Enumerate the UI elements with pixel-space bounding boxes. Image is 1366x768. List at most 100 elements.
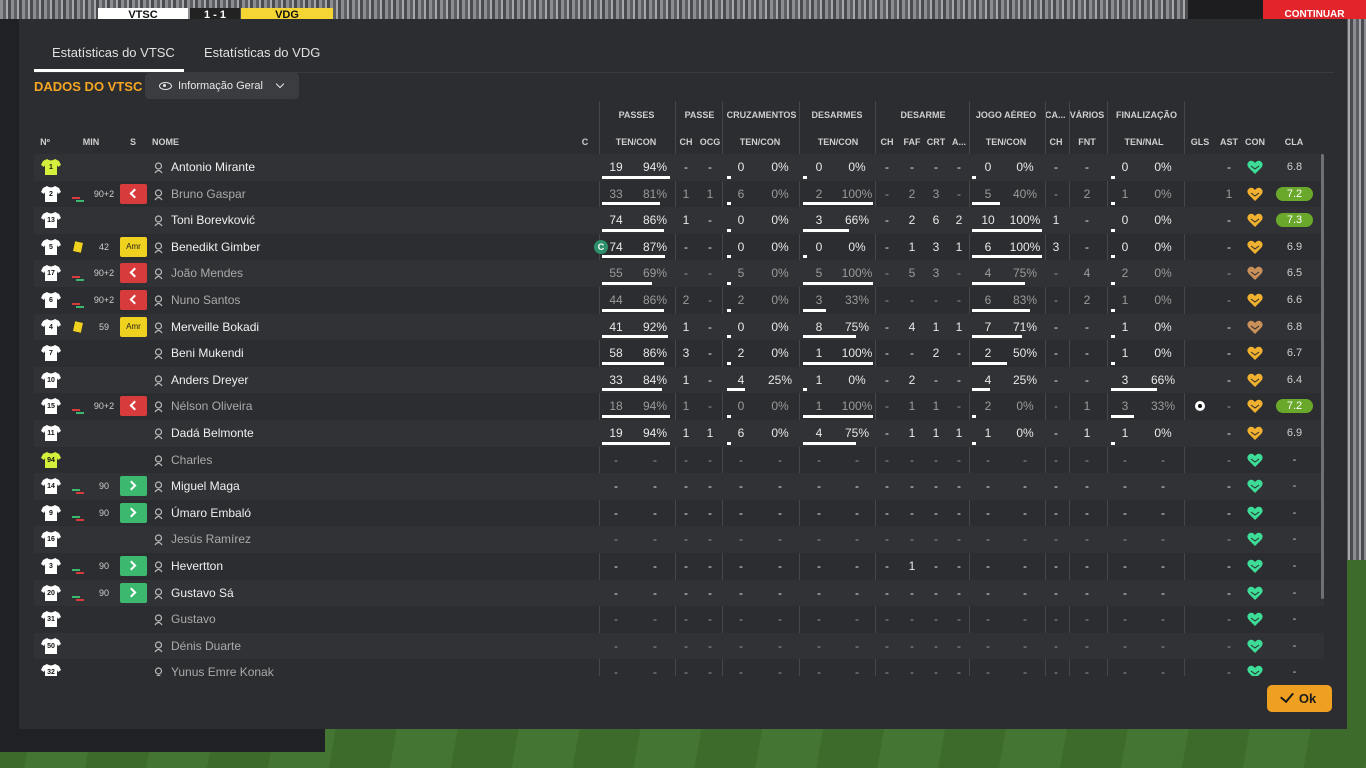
table-row[interactable]: 16 Jesús Ramírez - - - - - - - - - - - - - - - - - - - - [34,526,1324,553]
tab-home-stats[interactable]: Estatísticas do VTSC [52,45,175,60]
view-dropdown[interactable]: Informação Geral [145,73,299,99]
col-header-cla[interactable]: CLA [1264,137,1324,147]
desarme-a: 1 [955,239,963,254]
ca-ch: - [1054,160,1058,174]
shots-pct: - [1161,505,1165,520]
player-name[interactable]: Toni Borevković [171,207,255,233]
shirt-number: 7 [49,350,53,358]
player-name[interactable]: Gustavo [171,606,216,632]
desarme-crt: - [934,372,938,387]
desarme-ch: - [885,452,889,467]
sub-in-badge[interactable] [120,556,147,576]
player-name[interactable]: Gustavo Sá [171,580,234,606]
shirt-number: 2 [49,190,53,198]
col-header-cruz[interactable]: TEN/CON [730,137,790,147]
player-name[interactable]: Nélson Oliveira [171,393,252,419]
table-row[interactable]: 20 90 Gustavo Sá - - - - - - - - - - - - - - - - - - - - [34,579,1324,607]
passes-attempts: - [614,505,618,520]
substitution-icon [72,562,84,574]
sub-out-badge[interactable] [120,263,147,284]
shots-attempts: - [1123,505,1127,520]
table-row[interactable]: 2 90+2 Bruno Gaspar 33 81% 1 1 6 0% 2 100% -2 3-5 40%… [34,181,1324,208]
player-name[interactable]: João Mendes [171,260,243,286]
ok-button[interactable]: Ok [1267,685,1332,712]
goal-ball-icon [1195,401,1205,412]
condition-heart-icon [1247,665,1263,676]
table-row[interactable]: 17 90+2 João Mendes 55 69% - -5 0% 5 100% -5 3-4 75%… [34,260,1324,287]
continue-button[interactable]: CONTINUAR [1263,0,1366,19]
person-icon [154,321,163,333]
table-row[interactable]: 15 90+2 Nélson Oliveira 18 94% 1-0 0% 1 100% -1 1-… [34,393,1324,420]
sub-out-badge[interactable] [120,396,147,417]
table-row[interactable]: 11 Dadá Belmonte 19 94% 1 1 6 0% 4 75% -1 1 1 1 0% -1 1 0… [34,420,1324,447]
player-name[interactable]: Anders Dreyer [171,367,248,393]
table-row[interactable]: 50 Dénis Duarte - - - - - - - - - - - - - - - - - - - - [34,632,1324,660]
table-row[interactable]: 6 90+2 Nuno Santos 44 86% 2-2 0% 3 33% - - - -6 83% -2… [34,287,1324,314]
desarme-ch: - [885,213,889,228]
desarme-crt: 6 [932,213,940,228]
table-row[interactable]: 5 42 Amr Benedikt Gimber C 74 87% - -0 0% 0 0% -1 3 1 6… [34,234,1324,261]
player-name[interactable]: Charles [171,447,212,473]
yellow-card-badge[interactable]: Amr [120,316,147,337]
sub-out-badge[interactable] [120,290,147,310]
player-rating: - [1292,666,1297,676]
player-name[interactable]: Benedikt Gimber [171,234,260,260]
desarme-a: - [957,585,961,600]
desarme-a: 1 [955,319,963,334]
table-scrollbar[interactable] [1321,154,1324,599]
desarme-ch: - [885,585,889,600]
table-row[interactable]: 32 Yunus Emre Konak - - - - - - - - - - - - - - - - - - - - [34,659,1324,676]
table-row[interactable]: 9 90 Úmaro Embaló - - - - - - - - - - - - - - - - - - - - [34,500,1324,527]
table-row[interactable]: 31 Gustavo - - - - - - - - - - - - - - - - - - - - [34,606,1324,633]
col-header-final[interactable]: TEN/NAL [1114,137,1174,147]
desarme-crt: - [934,293,938,307]
player-name[interactable]: Antonio Mirante [171,154,255,180]
table-row[interactable]: 14 90 Miguel Maga - - - - - - - - - - - - - - - - - - - - [34,473,1324,500]
table-row[interactable]: 13 Toni Borevković 74 86% 1-0 0% 3 66% -2 6 2 10 100… [34,207,1324,234]
player-name[interactable]: Bruno Gaspar [171,181,246,207]
player-name[interactable]: Nuno Santos [171,287,240,313]
tackles-bar [803,202,873,206]
ca-ch: - [1054,559,1058,573]
table-row[interactable]: 10 Anders Dreyer 33 84% 1-4 25% 1 0% -2- -4 25% - -3… [34,366,1324,394]
player-name[interactable]: Dénis Duarte [171,633,241,659]
shirt-icon: 20 [41,584,61,602]
chevron-right-icon [126,560,137,571]
tab-away-stats[interactable]: Estatísticas do VDG [204,45,320,60]
table-row[interactable]: 94 Charles - - - - - - - - - - - - - - - - - - - - [34,447,1324,474]
score-label: 1 - 1 [190,8,240,19]
yellow-card-badge[interactable]: Amr [120,236,147,257]
player-name[interactable]: Yunus Emre Konak [171,659,274,676]
shirt-icon: 7 [41,344,61,362]
player-name[interactable]: Miguel Maga [171,473,240,499]
passe-ocg: - [708,638,712,653]
desarme-ch: - [885,372,889,387]
player-name[interactable]: Hevertton [171,553,223,579]
sub-in-badge[interactable] [120,502,147,523]
sub-in-badge[interactable] [120,582,147,603]
match-controls[interactable] [1188,0,1263,19]
table-row[interactable]: 7 Beni Mukendi 58 86% 3-2 0% 1 100% - -2-2 50% - -1 0… [34,340,1324,367]
player-name[interactable]: Beni Mukendi [171,340,244,366]
col-header-fnt[interactable]: FNT [1057,137,1117,147]
table-row[interactable]: 3 90 Hevertton - - - - - - - - - 1 - - - - - - - - - - [34,553,1324,580]
shots-attempts: - [1123,452,1127,467]
desarme-crt: 3 [932,266,940,281]
col-header-nome[interactable]: NOME [152,137,179,147]
table-row[interactable]: 4 59 Amr Merveille Bokadi 41 92% 1-0 0% 8 75% -4 1 1… [34,313,1324,341]
ca-ch: - [1054,505,1058,520]
condition-heart-icon [1247,612,1263,627]
sub-in-badge[interactable] [120,476,147,497]
table-row[interactable]: 1 Antonio Mirante 19 94% - -0 0% 0 0% - - - -0 0% - -0 0… [34,154,1324,181]
crosses-bar [727,335,731,339]
desarme-a: - [957,479,961,494]
chevron-left-icon [129,188,140,199]
aerial-bar [972,202,1000,206]
aerial-attempts: - [986,559,990,573]
player-name[interactable]: Úmaro Embaló [171,500,251,526]
sub-out-badge[interactable] [120,183,147,204]
player-name[interactable]: Dadá Belmonte [171,420,254,446]
player-name[interactable]: Merveille Bokadi [171,314,259,340]
player-name[interactable]: Jesús Ramírez [171,526,251,552]
desarme-ch: - [885,638,889,653]
